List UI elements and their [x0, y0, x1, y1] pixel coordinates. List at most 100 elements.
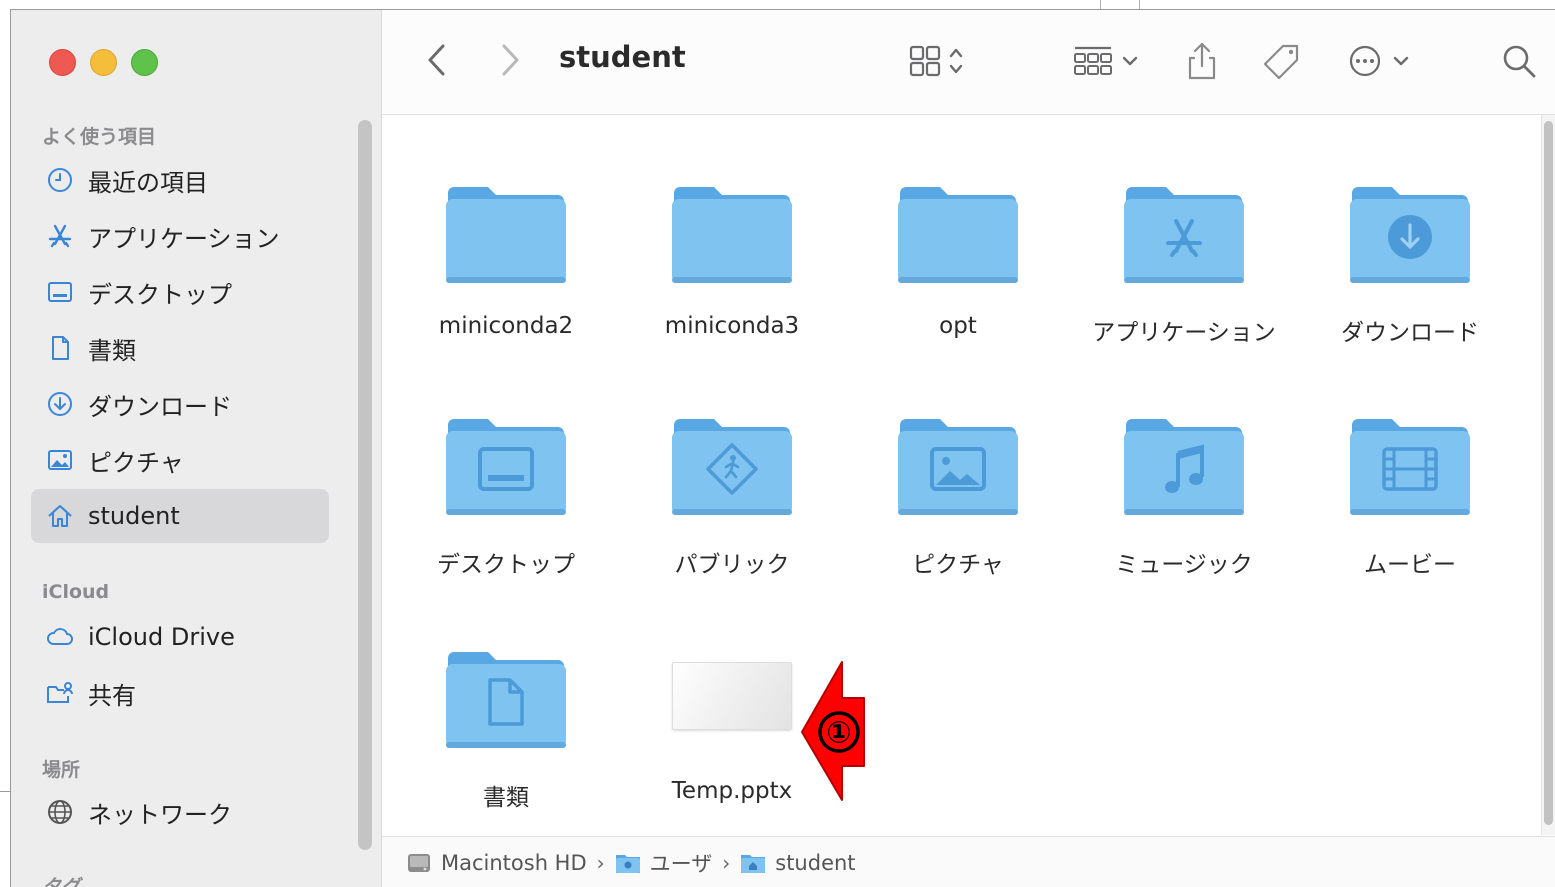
file-item-movies[interactable]: ムービー [1297, 409, 1523, 599]
annotation-arrow: ① [801, 661, 865, 801]
file-item-downloads[interactable]: ダウンロード [1297, 177, 1523, 367]
downloads-folder-icon [1347, 177, 1473, 285]
sidebar-item-home[interactable]: student [31, 489, 329, 543]
sidebar-item-network[interactable]: ネットワーク [31, 785, 329, 839]
sidebar-item-applications[interactable]: アプリケーション [31, 209, 329, 263]
group-button[interactable] [1068, 43, 1148, 79]
path-bar: Macintosh HD › ユーザ › student [382, 836, 1555, 887]
file-label: 書類 [483, 785, 529, 811]
view-mode-button[interactable] [898, 43, 970, 79]
content-scrollbar[interactable] [1541, 115, 1555, 835]
sidebar-item-label: student [88, 502, 180, 530]
cloud-icon [46, 623, 74, 651]
clock-icon [46, 166, 74, 194]
file-label: アプリケーション [1092, 320, 1276, 346]
path-item-label: student [775, 850, 856, 875]
sidebar-item-downloads[interactable]: ダウンロード [31, 377, 329, 431]
sidebar-item-label: ダウンロード [88, 392, 232, 421]
home-icon [46, 502, 74, 530]
outer-frame-notch [1100, 0, 1140, 9]
folder-icon [669, 177, 795, 285]
public-folder-icon [669, 409, 795, 517]
sidebar-item-label: デスクトップ [88, 280, 232, 309]
tag-button[interactable] [1260, 42, 1304, 82]
desktop-folder-icon [443, 409, 569, 517]
path-separator: › [596, 850, 605, 875]
file-label: ムービー [1364, 552, 1456, 578]
sidebar-item-shared[interactable]: 共有 [31, 666, 329, 720]
sidebar-item-icloud-drive[interactable]: iCloud Drive [31, 610, 329, 664]
locations-heading: 場所 [42, 759, 81, 781]
sidebar-scrollbar[interactable] [358, 120, 372, 850]
zoom-button[interactable] [131, 49, 158, 76]
sidebar-item-label: ネットワーク [88, 800, 232, 829]
home-folder-icon [741, 854, 766, 873]
sidebar-item-label: 書類 [88, 336, 136, 365]
file-label: opt [939, 313, 977, 339]
icloud-heading: iCloud [42, 581, 110, 603]
document-icon [46, 334, 74, 362]
minimize-button[interactable] [90, 49, 117, 76]
file-item-miniconda3[interactable]: miniconda3 [619, 177, 845, 367]
sidebar-item-pictures[interactable]: ピクチャ [31, 433, 329, 487]
file-label: デスクトップ [437, 552, 575, 578]
action-button[interactable] [1344, 43, 1420, 79]
hard-drive-icon [408, 853, 430, 872]
more-icon [1349, 45, 1409, 77]
path-item-label: ユーザ [649, 851, 713, 876]
sidebar-item-label: アプリケーション [88, 224, 280, 253]
folder-icon [443, 177, 569, 285]
path-separator: › [722, 850, 731, 875]
sidebar-item-label: 最近の項目 [88, 168, 208, 197]
file-label: miniconda2 [438, 313, 574, 339]
path-item-users[interactable]: ユーザ [615, 848, 713, 878]
file-item-desktop[interactable]: デスクトップ [393, 409, 619, 599]
close-button[interactable] [49, 49, 76, 76]
file-grid: miniconda2 miniconda3 opt アプリケーション ダウンロー [382, 115, 1555, 835]
path-item-label: Macintosh HD [441, 850, 587, 875]
file-item-opt[interactable]: opt [845, 177, 1071, 367]
window-controls [49, 49, 158, 76]
group-grid-icon [1074, 46, 1138, 75]
outer-frame-stub [0, 791, 10, 792]
finder-window: よく使う項目 最近の項目 アプリケーション デスクトップ 書類 ダウンロード ピ… [11, 10, 1555, 887]
sidebar-item-desktop[interactable]: デスクトップ [31, 265, 329, 319]
sidebar-item-recents[interactable]: 最近の項目 [31, 153, 329, 207]
pictures-icon [46, 446, 74, 474]
path-item-student[interactable]: student [740, 850, 856, 875]
share-button[interactable] [1182, 40, 1222, 82]
file-item-documents[interactable]: 書類 [393, 642, 619, 832]
file-item-applications[interactable]: アプリケーション [1071, 177, 1297, 367]
window-title: student [559, 40, 686, 74]
file-item-public[interactable]: パブリック [619, 409, 845, 599]
sidebar-item-label: iCloud Drive [88, 623, 235, 651]
users-folder-icon [615, 854, 640, 873]
folder-icon [895, 177, 1021, 285]
file-item-pictures[interactable]: ピクチャ [845, 409, 1071, 599]
sidebar: よく使う項目 最近の項目 アプリケーション デスクトップ 書類 ダウンロード ピ… [11, 10, 382, 887]
file-item-music[interactable]: ミュージック [1071, 409, 1297, 599]
icon-view-icon [909, 45, 963, 77]
sidebar-item-label: 共有 [88, 681, 136, 710]
file-label: ミュージック [1115, 552, 1253, 578]
music-folder-icon [1121, 409, 1247, 517]
file-item-miniconda2[interactable]: miniconda2 [393, 177, 619, 367]
path-item-macintosh-hd[interactable]: Macintosh HD [406, 851, 587, 875]
documents-folder-icon [443, 642, 569, 750]
file-label: miniconda3 [664, 313, 800, 339]
search-button[interactable] [1499, 41, 1539, 81]
file-label: Temp.pptx [671, 778, 793, 804]
file-label: ピクチャ [912, 552, 1004, 578]
tags-heading: タグ [42, 876, 81, 887]
favorites-heading: よく使う項目 [42, 126, 157, 148]
sidebar-item-documents[interactable]: 書類 [31, 321, 329, 375]
forward-button[interactable] [495, 42, 525, 78]
file-label: ダウンロード [1341, 320, 1479, 346]
desktop-icon [46, 278, 74, 306]
back-button[interactable] [422, 42, 452, 78]
toolbar: student [382, 10, 1555, 115]
movies-folder-icon [1347, 409, 1473, 517]
share-icon [1188, 42, 1216, 80]
sidebar-item-label: ピクチャ [88, 448, 184, 477]
annotation-label: ① [826, 716, 851, 751]
